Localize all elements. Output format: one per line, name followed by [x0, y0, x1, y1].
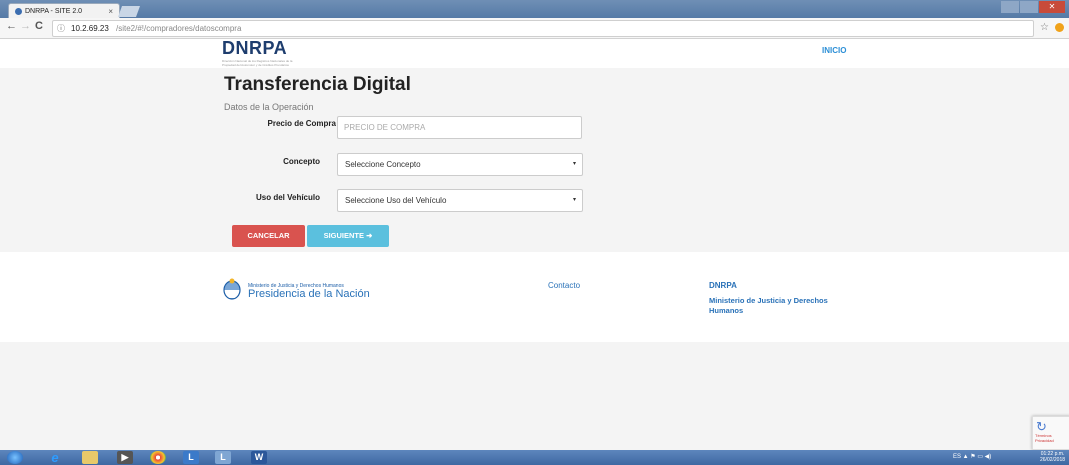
uso-selected-value: Seleccione Uso del Vehículo [345, 196, 447, 205]
media-player-icon[interactable]: ▶ [117, 451, 133, 464]
caret-down-icon: ▾ [572, 197, 576, 203]
word-icon[interactable]: W [251, 451, 267, 464]
nav-inicio-link[interactable]: INICIO [822, 46, 846, 55]
concepto-select[interactable]: Seleccione Concepto ▾ [337, 153, 583, 176]
uso-label: Uso del Vehículo [255, 193, 320, 202]
concepto-label: Concepto [283, 157, 320, 166]
footer-contacto-link[interactable]: Contacto [548, 281, 580, 290]
cancel-button[interactable]: CANCELAR [232, 225, 305, 247]
caret-down-icon: ▾ [572, 161, 576, 167]
site-info-icon[interactable]: ⓘ [57, 21, 65, 36]
uso-select[interactable]: Seleccione Uso del Vehículo ▾ [337, 189, 583, 212]
app-icon[interactable]: L [215, 451, 231, 464]
national-shield-icon [223, 278, 241, 300]
extension-icon[interactable] [1055, 23, 1064, 32]
site-favicon-icon [15, 8, 22, 15]
concepto-selected-value: Seleccione Concepto [345, 160, 421, 169]
browser-tab[interactable]: DNRPA - SITE 2.0 × [8, 3, 120, 19]
ie-icon[interactable]: e [47, 451, 63, 464]
tab-title: DNRPA - SITE 2.0 [25, 8, 83, 15]
forward-arrow-icon[interactable]: → [20, 20, 31, 32]
maximize-button[interactable] [1020, 1, 1038, 13]
window-controls: ✕ [1001, 1, 1065, 13]
window-close-button[interactable]: ✕ [1039, 1, 1065, 13]
recaptcha-text: Términos Privacidad [1035, 433, 1054, 443]
precio-input[interactable] [337, 116, 582, 139]
recaptcha-badge[interactable]: ↻ Términos Privacidad [1032, 416, 1069, 450]
page-bottom-band [0, 342, 1069, 450]
url-host: 10.2.69.23 [71, 24, 109, 33]
system-tray[interactable]: ES ▲ ⚑ ▭ ◀) [953, 453, 991, 460]
start-button[interactable] [7, 451, 23, 464]
address-bar[interactable]: ⓘ 10.2.69.23 /site2/#!/compradores/datos… [52, 20, 1034, 37]
logo-text: DNRPA [222, 38, 288, 58]
dnrpa-logo[interactable]: DNRPA Dirección Nacional de los Registro… [222, 38, 302, 68]
browser-title-bar: DNRPA - SITE 2.0 × ✕ [0, 0, 1069, 19]
file-explorer-icon[interactable] [82, 451, 98, 464]
tab-close-icon[interactable]: × [108, 4, 113, 19]
logo-subtitle: Dirección Nacional de los Registros Naci… [222, 59, 293, 67]
section-label: Datos de la Operación [224, 102, 314, 112]
taskbar-clock[interactable]: 01:22 p.m. 26/02/2018 [1040, 451, 1065, 463]
minimize-button[interactable] [1001, 1, 1019, 13]
footer-ministerio-link[interactable]: Ministerio de Justicia y Derechos Humano… [709, 296, 859, 316]
reload-icon[interactable]: C [35, 20, 43, 32]
bookmark-star-icon[interactable]: ☆ [1040, 22, 1049, 33]
clock-date: 26/02/2018 [1040, 457, 1066, 463]
windows-taskbar: e ▶ L L W ES ▲ ⚑ ▭ ◀) 01:22 p.m. 26/02/2… [0, 450, 1069, 465]
new-tab-button[interactable] [117, 6, 141, 17]
precio-label: Precio de Compra [267, 119, 336, 128]
browser-toolbar: ← → C ⓘ 10.2.69.23 /site2/#!/compradores… [0, 18, 1069, 39]
chrome-icon[interactable] [150, 451, 166, 464]
footer-dnrpa-link[interactable]: DNRPA [709, 281, 737, 290]
lync-icon[interactable]: L [183, 451, 199, 464]
next-button[interactable]: SIGUIENTE ➜ [307, 225, 389, 247]
url-path: /site2/#!/compradores/datoscompra [116, 24, 242, 33]
back-arrow-icon[interactable]: ← [6, 20, 17, 32]
footer-presidencia: Presidencia de la Nación [248, 288, 370, 300]
page-title: Transferencia Digital [224, 74, 411, 95]
